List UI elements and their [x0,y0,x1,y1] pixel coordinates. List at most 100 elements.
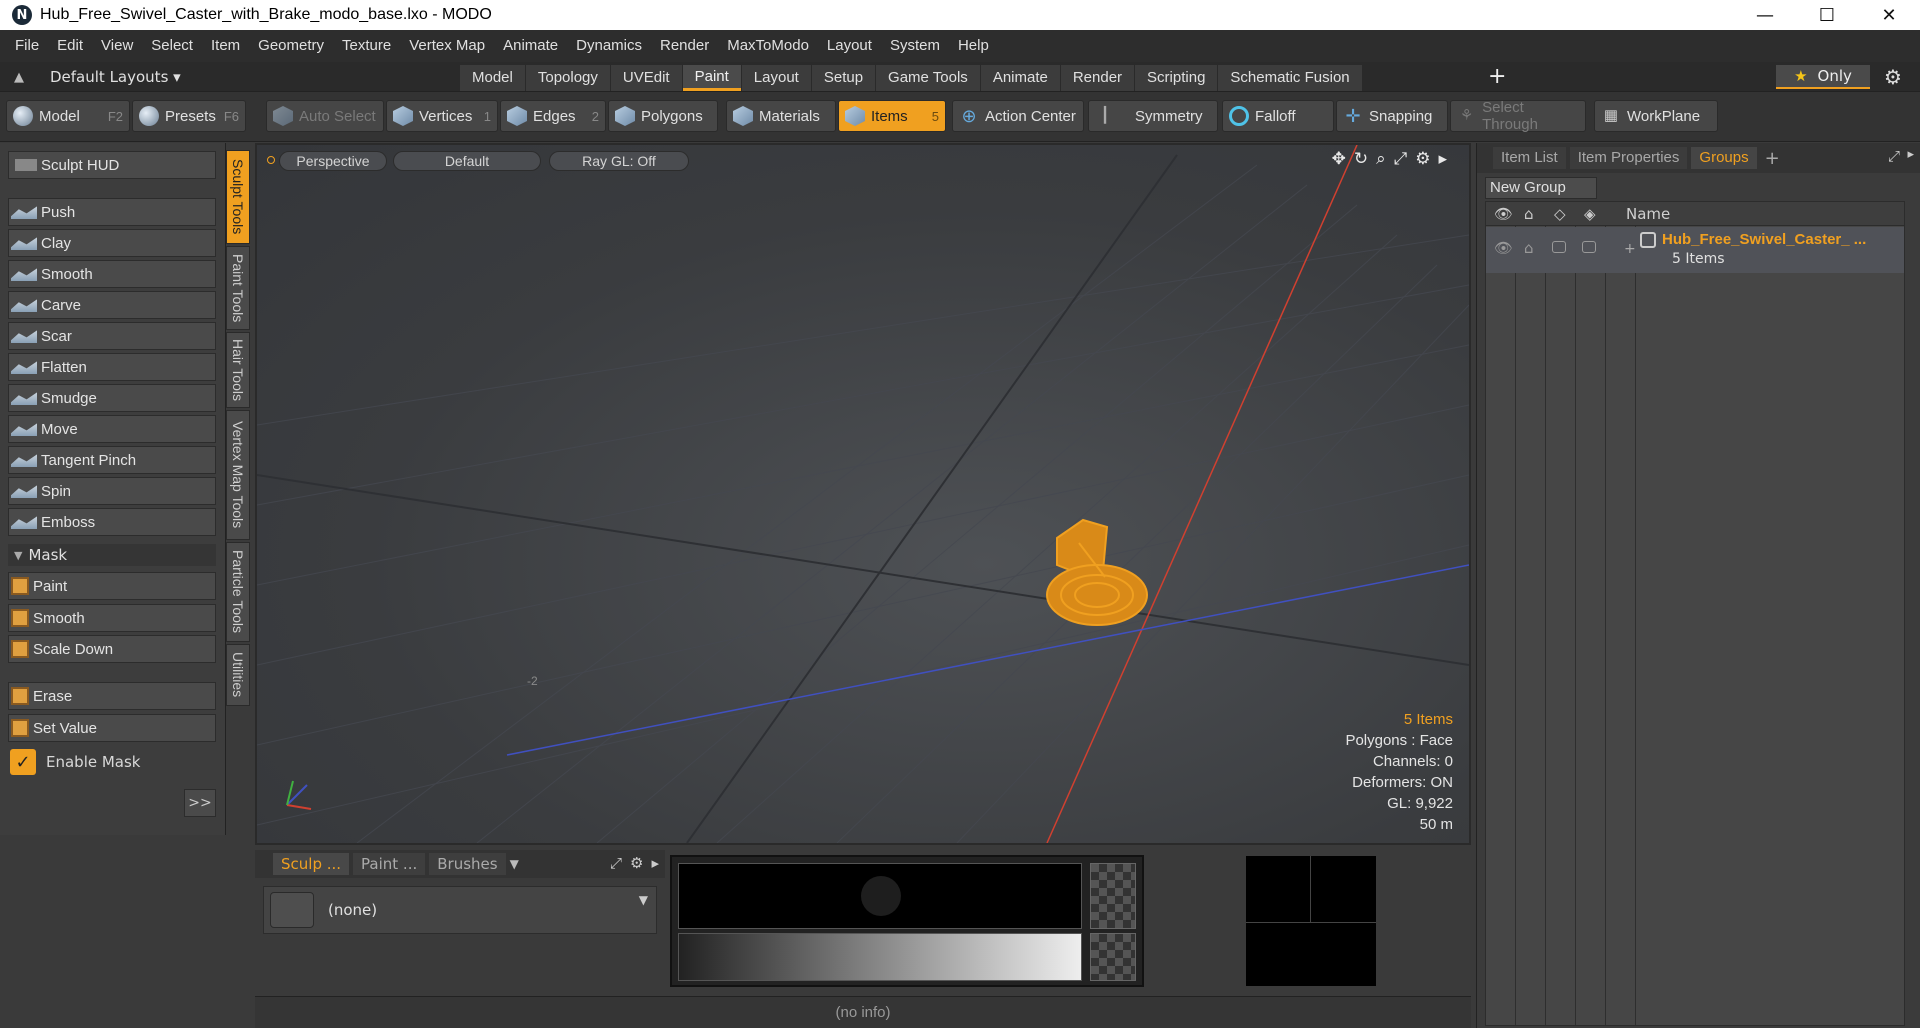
zoom-icon[interactable]: ⌕ [1376,149,1386,169]
brush-selector[interactable]: (none) ▼ [263,886,657,934]
gear-icon[interactable]: ⚙ [1884,65,1902,89]
vtab-particle-tools[interactable]: Particle Tools [226,542,250,642]
add-panel-tab-icon[interactable]: + [1765,148,1780,169]
mask-section-header[interactable]: ▼ Mask [8,544,216,566]
symmetry-button[interactable]: ┃ Symmetry [1088,100,1218,132]
tab-item-list[interactable]: Item List [1493,147,1566,169]
viewport-options-icon[interactable] [267,156,275,164]
3d-viewport[interactable]: -2 Perspective Default Ray GL: Off ✥ ↻ ⌕… [255,143,1471,845]
tab-topology[interactable]: Topology [525,65,610,91]
vtab-sculpt-tools[interactable]: Sculpt Tools [226,150,250,244]
tab-brushes[interactable]: Brushes [429,853,506,875]
vtab-vertex-map-tools[interactable]: Vertex Map Tools [226,410,250,540]
action-center-button[interactable]: ⊕ Action Center [952,100,1084,132]
color-swatch-large[interactable] [678,863,1082,929]
presets-button[interactable]: Presets F6 [132,100,246,132]
vertices-button[interactable]: Vertices 1 [386,100,498,132]
tool-tangent-pinch[interactable]: Tangent Pinch [8,446,216,474]
tool-set-value[interactable]: Set Value [8,714,216,742]
mask-tool-paint[interactable]: Paint [8,572,216,600]
menu-select[interactable]: Select [142,30,202,62]
model-mode-button[interactable]: Model F2 [6,100,130,132]
tool-spin[interactable]: Spin [8,477,216,505]
add-tab-plus-icon[interactable]: + [1488,64,1506,89]
lock-icon[interactable]: ⌂ [1524,205,1534,223]
tool-carve[interactable]: Carve [8,291,216,319]
menu-help[interactable]: Help [949,30,998,62]
expand-brush-panel-icon[interactable]: ⤢ [610,854,622,872]
gradient-strip[interactable] [678,933,1082,981]
menu-render[interactable]: Render [651,30,718,62]
mask-tool-scale-down[interactable]: Scale Down [8,635,216,663]
tool-move[interactable]: Move [8,415,216,443]
uv-preview[interactable] [1246,856,1376,986]
menu-texture[interactable]: Texture [333,30,400,62]
tab-setup[interactable]: Setup [811,65,876,91]
viewport-menu-arrow-icon[interactable]: ▸ [1438,149,1447,169]
tool-clay[interactable]: Clay [8,229,216,257]
snapping-button[interactable]: ✛ Snapping [1336,100,1448,132]
expand-panel-icon[interactable]: ⤢ [1888,147,1900,165]
brush-gear-icon[interactable]: ⚙ [630,854,643,872]
layout-up-arrow-icon[interactable]: ▲ [10,70,28,85]
menu-geometry[interactable]: Geometry [249,30,333,62]
tabs-dropdown-icon[interactable]: ▼ [510,857,519,871]
panel-menu-arrow-icon[interactable]: ▸ [1907,147,1914,162]
tab-paint[interactable]: Paint [682,65,741,91]
tab-uvedit[interactable]: UVEdit [610,65,682,91]
menu-vertex-map[interactable]: Vertex Map [400,30,494,62]
close-button[interactable]: ✕ [1858,0,1920,30]
workplane-button[interactable]: ▦ WorkPlane [1594,100,1718,132]
rotate-icon[interactable]: ↻ [1354,149,1368,169]
default-layouts-dropdown[interactable]: ▲ Default Layouts ▾ [10,65,181,89]
tool-smudge[interactable]: Smudge [8,384,216,412]
menu-edit[interactable]: Edit [48,30,92,62]
shading-dropdown[interactable]: Default [393,151,541,171]
menu-dynamics[interactable]: Dynamics [567,30,651,62]
vtab-hair-tools[interactable]: Hair Tools [226,332,250,408]
edges-button[interactable]: Edges 2 [500,100,606,132]
menu-item[interactable]: Item [202,30,249,62]
view-type-dropdown[interactable]: Perspective [279,151,387,171]
maximize-view-icon[interactable]: ⤢ [1394,149,1408,169]
tool-emboss[interactable]: Emboss [8,508,216,536]
menu-file[interactable]: File [6,30,48,62]
viewport-gear-icon[interactable]: ⚙ [1415,149,1430,169]
materials-button[interactable]: Materials [726,100,836,132]
maximize-button[interactable]: ☐ [1796,0,1858,30]
minimize-button[interactable]: — [1734,0,1796,30]
tab-animate[interactable]: Animate [980,65,1060,91]
checkmark-icon[interactable]: ✓ [10,749,36,775]
tab-sculpt-brushes[interactable]: Sculp ... [273,853,350,875]
menu-layout[interactable]: Layout [818,30,881,62]
render-cube-icon[interactable]: ◇ [1554,205,1566,223]
tab-groups[interactable]: Groups [1691,147,1757,169]
enable-mask-toggle[interactable]: ✓ Enable Mask [8,749,141,775]
expand-row-icon[interactable]: + [1624,241,1636,257]
tab-model[interactable]: Model [460,65,525,91]
tool-flatten[interactable]: Flatten [8,353,216,381]
row-lock-icon[interactable]: ⌂ [1524,239,1534,257]
new-group-button[interactable]: New Group [1485,177,1597,199]
vtab-paint-tools[interactable]: Paint Tools [226,246,250,330]
menu-view[interactable]: View [92,30,142,62]
brush-menu-arrow-icon[interactable]: ▸ [651,854,659,872]
visibility-eye-icon[interactable]: 👁 [1494,205,1513,223]
select-through-button[interactable]: ⚘ Select Through [1450,99,1586,133]
tab-scripting[interactable]: Scripting [1135,65,1218,91]
menu-animate[interactable]: Animate [494,30,567,62]
row-select-checkbox[interactable] [1582,241,1596,253]
tab-item-properties[interactable]: Item Properties [1569,147,1688,169]
alpha-checker-swatch[interactable] [1090,863,1136,929]
auto-select-button[interactable]: Auto Select [266,100,384,132]
tab-layout[interactable]: Layout [741,65,811,91]
name-column-header[interactable]: Name [1626,205,1670,223]
row-render-checkbox[interactable] [1552,241,1566,253]
expand-panel-button[interactable]: >> [184,789,216,817]
raygl-dropdown[interactable]: Ray GL: Off [549,151,689,171]
tab-paint-brushes[interactable]: Paint ... [353,853,426,875]
tool-smooth[interactable]: Smooth [8,260,216,288]
collapse-triangle-icon[interactable]: ▼ [14,549,22,562]
tab-schematic-fusion[interactable]: Schematic Fusion [1218,65,1362,91]
tab-render[interactable]: Render [1060,65,1135,91]
